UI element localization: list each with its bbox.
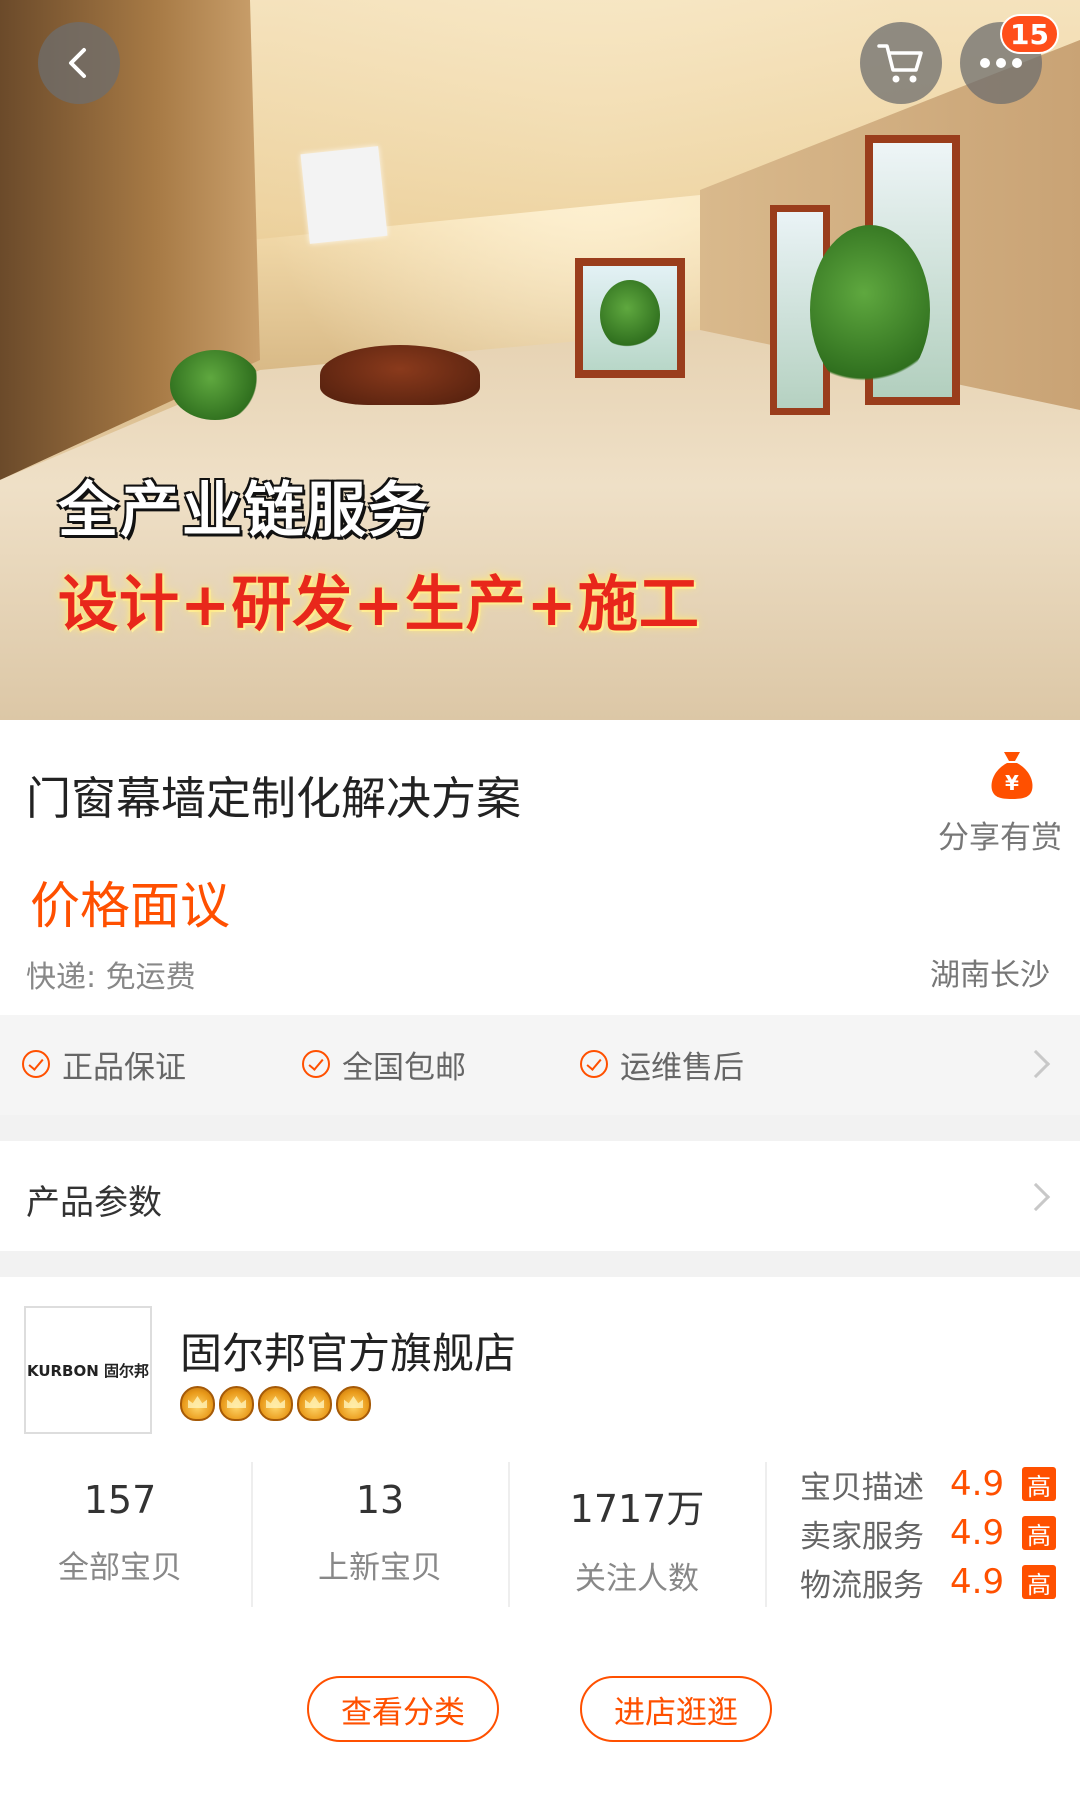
guarantee-free-shipping: 全国包邮 (302, 1042, 466, 1086)
score-value: 4.9 (950, 1562, 1005, 1602)
cart-button[interactable] (860, 22, 942, 104)
score-seller-service: 卖家服务 4.9 高 (800, 1510, 1056, 1556)
product-detail-page: 全产业链服务 设计+研发+生产+施工 15 门窗幕墙定制化解决方案 ¥ 分享有赏… (0, 0, 1080, 1795)
divider (765, 1462, 767, 1607)
shop-rating-crowns (180, 1386, 371, 1421)
notification-badge: 15 (1000, 14, 1059, 54)
visit-store-button[interactable]: 进店逛逛 (580, 1676, 772, 1742)
more-dots-icon (980, 58, 1022, 68)
score-tag: 高 (1022, 1467, 1056, 1501)
crown-icon (336, 1386, 371, 1421)
crown-icon (297, 1386, 332, 1421)
guarantee-label: 运维售后 (620, 1049, 744, 1086)
hero-headline: 全产业链服务 (58, 476, 430, 546)
hero-plant (600, 280, 660, 350)
stat-new-items[interactable]: 13 上新宝贝 (280, 1478, 480, 1587)
score-value: 4.9 (950, 1464, 1005, 1504)
share-reward-label[interactable]: 分享有赏 (938, 812, 1062, 857)
chevron-left-icon (69, 48, 86, 78)
score-tag: 高 (1022, 1516, 1056, 1550)
crown-icon (219, 1386, 254, 1421)
hero-plant (810, 225, 930, 395)
guarantee-label: 全国包邮 (342, 1049, 466, 1086)
stat-label: 上新宝贝 (318, 1550, 442, 1586)
score-description: 宝贝描述 4.9 高 (800, 1461, 1056, 1507)
product-hero-image[interactable]: 全产业链服务 设计+研发+生产+施工 15 (0, 0, 1080, 720)
stat-label: 关注人数 (575, 1561, 699, 1597)
hero-reception-desk (320, 345, 480, 405)
cart-icon (877, 44, 923, 83)
stat-value: 13 (355, 1478, 405, 1522)
svg-text:¥: ¥ (1005, 771, 1019, 795)
product-params-row[interactable] (0, 1141, 1080, 1251)
guarantee-label: 正品保证 (62, 1049, 186, 1086)
money-bag-icon: ¥ (991, 752, 1033, 799)
hero-brand-sign (300, 146, 388, 244)
score-label: 卖家服务 (800, 1518, 924, 1555)
stat-followers[interactable]: 1717万 关注人数 (537, 1478, 737, 1598)
score-tag: 高 (1022, 1565, 1056, 1599)
crown-icon (180, 1386, 215, 1421)
score-label: 物流服务 (800, 1567, 924, 1604)
stat-label: 全部宝贝 (58, 1550, 182, 1586)
shipping-info: 快递: 免运费 (26, 960, 196, 995)
check-circle-icon (22, 1050, 50, 1078)
shop-logo[interactable]: KURBON 固尔邦 (24, 1306, 152, 1434)
product-title: 门窗幕墙定制化解决方案 (26, 772, 522, 825)
check-circle-icon (302, 1050, 330, 1078)
back-button[interactable] (38, 22, 120, 104)
price-text: 价格面议 (30, 877, 230, 935)
divider (508, 1462, 510, 1607)
hero-plant (170, 350, 260, 420)
score-label: 宝贝描述 (800, 1469, 924, 1506)
score-logistics: 物流服务 4.9 高 (800, 1559, 1056, 1605)
ship-from-location: 湖南长沙 (930, 958, 1050, 993)
crown-icon (258, 1386, 293, 1421)
guarantee-authentic: 正品保证 (22, 1042, 186, 1086)
stat-value: 157 (83, 1478, 157, 1522)
score-value: 4.9 (950, 1513, 1005, 1553)
shop-name[interactable]: 固尔邦官方旗舰店 (180, 1320, 516, 1381)
divider (251, 1462, 253, 1607)
view-categories-button[interactable]: 查看分类 (307, 1676, 499, 1742)
hero-subheadline: 设计+研发+生产+施工 (58, 570, 700, 640)
check-circle-icon (580, 1050, 608, 1078)
stat-all-items[interactable]: 157 全部宝贝 (20, 1478, 220, 1587)
stat-value: 1717万 (569, 1487, 705, 1531)
guarantee-after-sales: 运维售后 (580, 1042, 744, 1086)
shop-logo-text: KURBON 固尔邦 (26, 1361, 150, 1380)
product-params-label: 产品参数 (26, 1183, 162, 1223)
